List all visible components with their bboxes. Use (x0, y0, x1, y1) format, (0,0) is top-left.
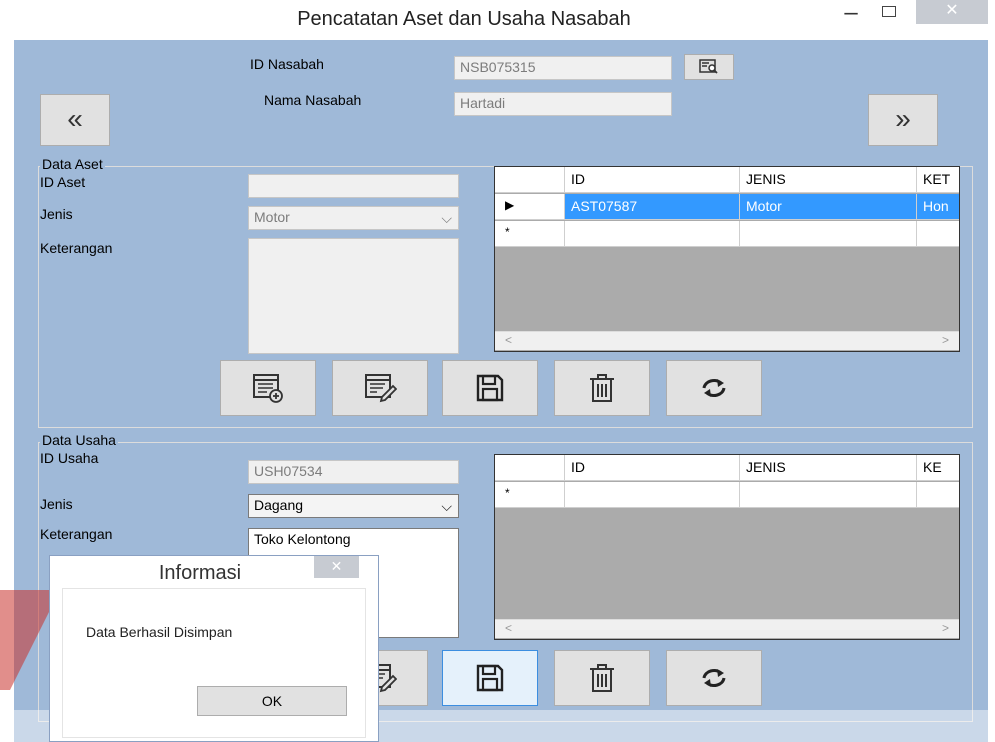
id-aset-label: ID Aset (40, 174, 86, 190)
maximize-button[interactable] (874, 2, 904, 26)
aset-grid-header: ID JENIS KET (495, 167, 959, 193)
refresh-aset-button[interactable] (666, 360, 762, 416)
next-record-button[interactable]: » (868, 94, 938, 146)
column-header-keterangan[interactable]: KE (917, 455, 959, 481)
chevron-down-icon: ⌵ (441, 498, 452, 514)
scroll-left-icon[interactable]: < (505, 621, 512, 635)
table-cell[interactable]: Motor (740, 194, 917, 220)
save-usaha-button[interactable] (442, 650, 538, 706)
column-header-id[interactable]: ID (565, 455, 740, 481)
scroll-right-icon[interactable]: > (942, 621, 949, 635)
keterangan-aset-textarea[interactable] (248, 238, 459, 354)
save-icon (476, 664, 504, 692)
table-cell[interactable]: AST07587 (565, 194, 740, 220)
column-header-jenis[interactable]: JENIS (740, 167, 917, 193)
previous-record-button[interactable]: « (40, 94, 110, 146)
row-marker[interactable]: * (495, 221, 565, 247)
table-row-new[interactable]: * (495, 221, 959, 247)
usaha-grid-header: ID JENIS KE (495, 455, 959, 481)
jenis-usaha-select[interactable]: Dagang ⌵ (248, 494, 459, 518)
refresh-usaha-button[interactable] (666, 650, 762, 706)
search-nasabah-button[interactable] (684, 54, 734, 80)
id-aset-field[interactable] (248, 174, 459, 198)
table-cell[interactable] (917, 221, 959, 247)
chevron-down-icon: ⌵ (441, 210, 452, 226)
jenis-usaha-label: Jenis (40, 496, 73, 512)
refresh-icon (702, 379, 726, 397)
scroll-right-icon[interactable]: > (942, 333, 949, 347)
edit-record-icon (365, 374, 397, 403)
keterangan-usaha-label: Keterangan (40, 526, 113, 542)
trash-icon (590, 374, 614, 402)
nama-nasabah-label: Nama Nasabah (264, 92, 362, 108)
table-row[interactable]: ▶ AST07587 Motor Hon (495, 194, 959, 220)
column-header-keterangan[interactable]: KET (917, 167, 959, 193)
table-cell[interactable] (565, 482, 740, 508)
column-header-id[interactable]: ID (565, 167, 740, 193)
row-marker[interactable]: ▶ (495, 194, 565, 220)
aset-data-grid[interactable]: ID JENIS KET ▶ AST07587 Motor Hon * < > (494, 166, 960, 352)
usaha-grid-hscrollbar[interactable]: < > (495, 619, 959, 638)
delete-usaha-button[interactable] (554, 650, 650, 706)
trash-icon (590, 664, 614, 692)
id-nasabah-label: ID Nasabah (250, 56, 324, 72)
save-icon (476, 374, 504, 402)
data-aset-group-title: Data Aset (40, 156, 105, 172)
column-header-jenis[interactable]: JENIS (740, 455, 917, 481)
minimize-button[interactable]: – (836, 1, 866, 26)
table-cell[interactable] (565, 221, 740, 247)
row-header-corner (495, 167, 565, 193)
ok-button[interactable]: OK (197, 686, 347, 716)
id-usaha-field[interactable]: USH07534 (248, 460, 459, 484)
app-window: Pencatatan Aset dan Usaha Nasabah – ✕ ID… (0, 0, 995, 742)
info-dialog: Informasi ✕ Data Berhasil Disimpan OK (49, 555, 379, 742)
table-cell[interactable] (740, 482, 917, 508)
title-bar: Pencatatan Aset dan Usaha Nasabah – ✕ (14, 0, 988, 40)
close-button[interactable]: ✕ (916, 0, 988, 24)
table-cell[interactable] (917, 482, 959, 508)
data-usaha-group-title: Data Usaha (40, 432, 118, 448)
row-marker[interactable]: * (495, 482, 565, 508)
delete-aset-button[interactable] (554, 360, 650, 416)
dialog-title: Informasi (158, 562, 242, 584)
aset-grid-hscrollbar[interactable]: < > (495, 331, 959, 350)
id-nasabah-field[interactable]: NSB075315 (454, 56, 672, 80)
jenis-aset-value: Motor (254, 209, 290, 225)
keterangan-aset-label: Keterangan (40, 240, 113, 256)
row-header-corner (495, 455, 565, 481)
dialog-message: Data Berhasil Disimpan (86, 624, 233, 640)
jenis-usaha-value: Dagang (254, 497, 304, 513)
jenis-aset-label: Jenis (40, 206, 73, 222)
id-usaha-label: ID Usaha (40, 450, 99, 466)
refresh-icon (702, 669, 726, 687)
search-icon (699, 59, 718, 74)
jenis-aset-select[interactable]: Motor ⌵ (248, 206, 459, 230)
add-record-icon (253, 374, 283, 403)
scroll-left-icon[interactable]: < (505, 333, 512, 347)
dialog-close-button[interactable]: ✕ (314, 556, 359, 578)
nama-nasabah-field[interactable]: Hartadi (454, 92, 672, 116)
edit-aset-button[interactable] (332, 360, 428, 416)
add-aset-button[interactable] (220, 360, 316, 416)
table-cell[interactable] (740, 221, 917, 247)
usaha-data-grid[interactable]: ID JENIS KE * < > (494, 454, 960, 640)
maximize-icon (882, 6, 896, 17)
table-row-new[interactable]: * (495, 482, 959, 508)
table-cell[interactable]: Hon (917, 194, 959, 220)
save-aset-button[interactable] (442, 360, 538, 416)
window-title: Pencatatan Aset dan Usaha Nasabah (297, 8, 631, 30)
